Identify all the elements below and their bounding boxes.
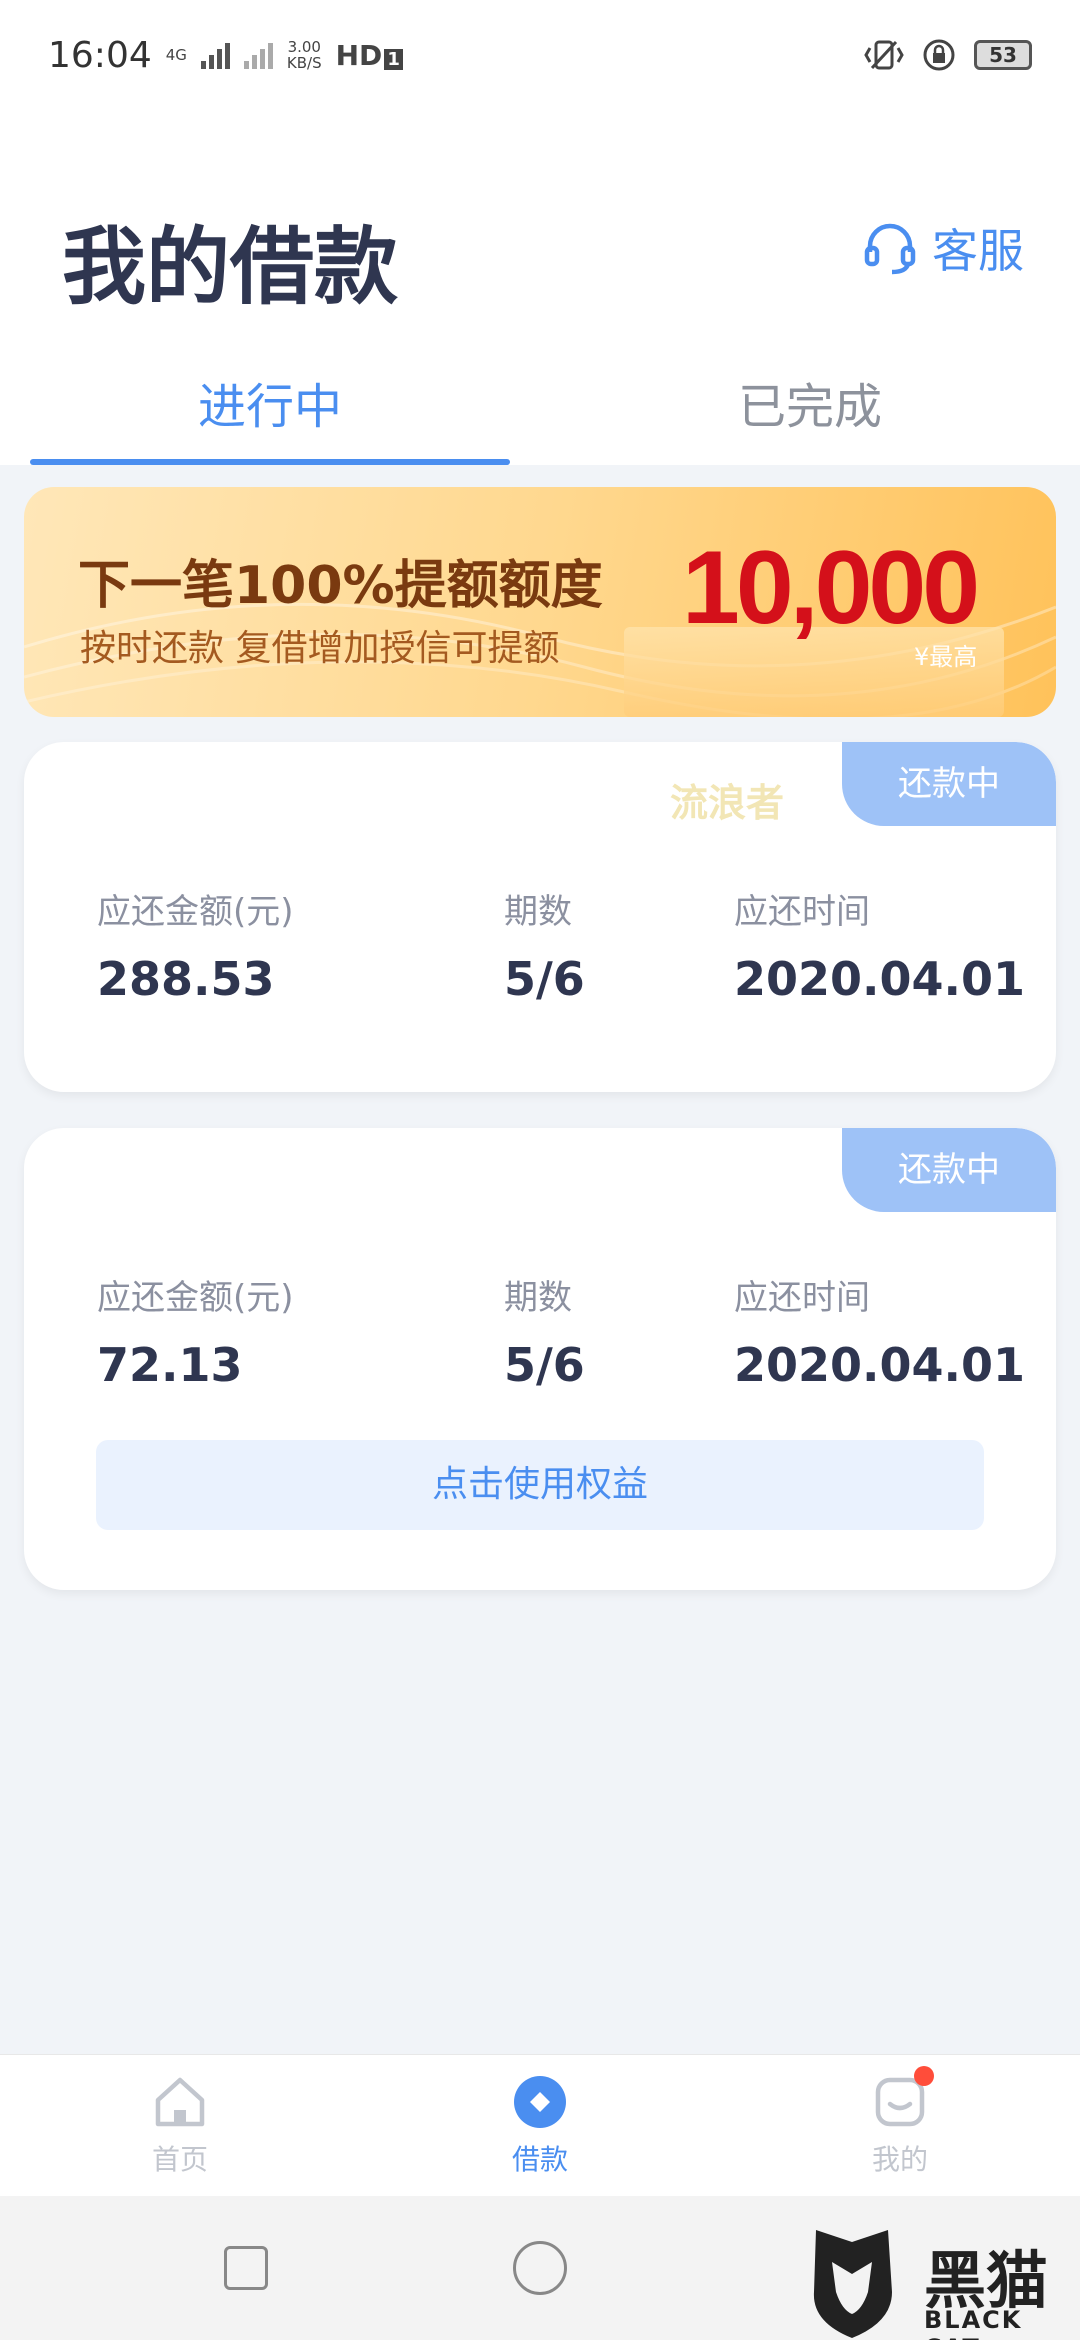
tab-label: 已完成 [737,379,882,435]
hd-call-icon: HD 1 [336,39,403,72]
notification-dot [914,2066,934,2086]
home-button[interactable] [513,2241,567,2295]
speed-unit: KB/S [286,54,322,72]
signal-2-icon [243,41,273,69]
service-label: 客服 [932,224,1024,278]
nav-label: 借款 [511,2143,568,2176]
watermark-text: 流浪者 [670,781,785,825]
banner-subtitle: 按时还款 复借增加授信可提额 [80,628,560,669]
network-speed: 3.00 KB/S [287,39,322,71]
status-time: 16:04 [48,34,152,76]
banner-amount: 10,000 [682,530,980,646]
status-right: 53 [864,38,1032,72]
nav-item-mine[interactable]: 我的 [720,2055,1080,2197]
nav-label: 我的 [871,2143,928,2176]
headset-icon [864,223,916,275]
home-icon [155,2077,205,2127]
due-date-label: 应还时间 [734,1278,870,1318]
due-date-value: 2020.04.01 [734,1338,1026,1392]
brand-name-en: BLACK CAT [924,2306,1023,2340]
nav-item-home[interactable]: 首页 [0,2055,360,2197]
credit-boost-banner[interactable]: 下一笔100%提额额度 按时还款 复借增加授信可提额 10,000 ¥最高 [24,487,1056,717]
status-badge: 还款中 [842,1128,1056,1212]
loan-icon [514,2076,566,2128]
tab-completed[interactable]: 已完成 [540,350,1080,465]
banner-title: 下一笔100%提额额度 [78,556,603,616]
tab-underline [30,459,510,465]
profile-icon [872,2066,934,2130]
header: 我的借款 客服 进行中 已完成 [0,110,1080,465]
signal-icon [200,41,230,69]
tab-label: 进行中 [197,379,342,435]
page-title: 我的借款 [62,218,399,316]
amount-label: 应还金额(元) [97,1278,294,1318]
rotation-lock-icon [923,39,955,71]
period-value: 5/6 [504,1338,585,1392]
loan-card[interactable]: 还款中 应还金额(元) 期数 应还时间 72.13 5/6 2020.04.01… [24,1128,1056,1590]
due-date-value: 2020.04.01 [734,952,1026,1006]
customer-service-button[interactable]: 客服 [862,215,1024,281]
hd-label: HD [335,38,383,72]
status-badge: 还款中 [842,742,1056,826]
battery-icon: 53 [974,40,1032,70]
tab-bar: 进行中 已完成 [0,350,1080,465]
vibrate-icon [864,40,904,70]
due-date-label: 应还时间 [734,892,870,932]
recent-apps-button[interactable] [224,2246,268,2290]
amount-value: 72.13 [97,1338,243,1392]
tab-in-progress[interactable]: 进行中 [0,350,540,465]
period-label: 期数 [504,1278,572,1318]
banner-amount-note: ¥最高 [914,643,978,671]
use-benefits-button[interactable]: 点击使用权益 [96,1440,984,1530]
period-label: 期数 [504,892,572,932]
amount-value: 288.53 [97,952,275,1006]
status-bar: 16:04 4G 3.00 KB/S HD 1 53 [0,0,1080,110]
status-left: 16:04 4G 3.00 KB/S HD 1 [48,35,403,76]
loan-card[interactable]: 流浪者 还款中 应还金额(元) 期数 应还时间 288.53 5/6 2020.… [24,742,1056,1092]
hd-sub: 1 [384,48,403,70]
bottom-nav: 首页 借款 我的 [0,2054,1080,2196]
amount-label: 应还金额(元) [97,892,294,932]
nav-label: 首页 [151,2143,208,2176]
nav-item-loan[interactable]: 借款 [360,2055,720,2197]
network-type: 4G [165,46,187,64]
period-value: 5/6 [504,952,585,1006]
